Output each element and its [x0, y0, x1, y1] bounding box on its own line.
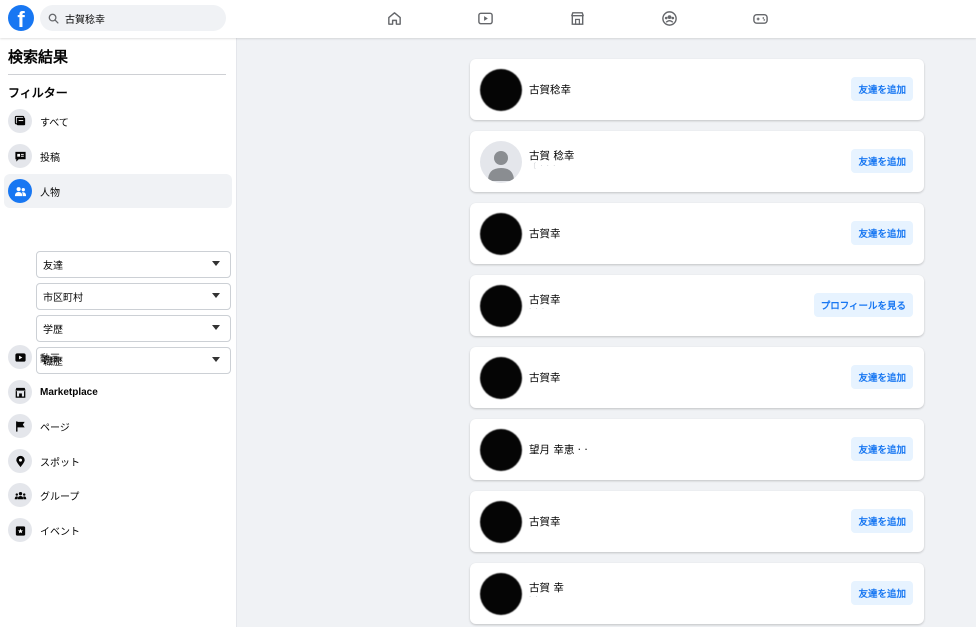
search-icon — [48, 13, 59, 24]
avatar[interactable] — [480, 501, 522, 543]
sidebar-item-label: 投稿 — [40, 152, 60, 164]
sidebar-item-label: Marketplace — [40, 386, 98, 398]
city-filter-dropdown[interactable]: 市区町村 — [36, 283, 231, 310]
search-result-card[interactable]: 古賀幸 · · · プロフィールを見る — [470, 275, 924, 336]
groups-icon[interactable] — [660, 9, 678, 27]
divider — [8, 74, 226, 75]
result-name[interactable]: 古賀幸 — [529, 370, 561, 385]
result-name[interactable]: 古賀幸 — [529, 514, 561, 529]
search-result-card[interactable]: 古賀 稔幸 〔 · · · 友達を追加 — [470, 131, 924, 192]
sidebar-item-label: グループ — [40, 491, 80, 503]
search-result-card[interactable]: 古賀稔幸 友達を追加 — [470, 59, 924, 120]
marketplace-icon[interactable] — [568, 9, 586, 27]
sidebar-item-label: スポット — [40, 457, 80, 469]
post-icon — [8, 144, 32, 168]
avatar[interactable] — [480, 69, 522, 111]
filter-heading: フィルター — [8, 86, 68, 100]
search-result-card[interactable]: 古賀幸 友達を追加 — [470, 203, 924, 264]
sidebar-item-all[interactable]: すべて — [4, 104, 232, 138]
avatar[interactable] — [480, 429, 522, 471]
friends-filter-dropdown[interactable]: 友達 — [36, 251, 231, 278]
dropdown-value: 市区町村 — [43, 293, 83, 304]
event-icon — [8, 518, 32, 542]
search-input[interactable] — [65, 12, 215, 24]
pin-icon — [8, 449, 32, 473]
chevron-down-icon — [212, 261, 220, 266]
sidebar-item-label: 動画 — [40, 353, 60, 365]
result-subtitle: · · · — [529, 305, 546, 313]
search-box[interactable] — [40, 5, 226, 31]
facebook-logo-icon[interactable]: f — [8, 5, 34, 31]
people-icon — [8, 179, 32, 203]
add-friend-button[interactable]: 友達を追加 — [851, 221, 913, 245]
groups-icon — [8, 483, 32, 507]
add-friend-button[interactable]: 友達を追加 — [851, 77, 913, 101]
default-avatar-icon — [488, 151, 514, 181]
sidebar-item-places[interactable]: スポット — [4, 444, 232, 478]
search-result-card[interactable]: 望月 幸恵 · · 友達を追加 — [470, 419, 924, 480]
flag-icon — [8, 414, 32, 438]
sidebar-item-label: 人物 — [40, 187, 60, 199]
result-subtitle: · · — [529, 593, 539, 601]
sidebar-item-label: ページ — [40, 422, 70, 434]
result-name[interactable]: 望月 幸恵 · · — [529, 442, 588, 457]
search-result-card[interactable]: 古賀 幸 · · 友達を追加 — [470, 563, 924, 624]
video-icon — [8, 345, 32, 369]
sidebar-item-posts[interactable]: 投稿 — [4, 139, 232, 173]
sidebar-item-pages[interactable]: ページ — [4, 409, 232, 443]
avatar[interactable] — [480, 573, 522, 615]
add-friend-button[interactable]: 友達を追加 — [851, 581, 913, 605]
feed-icon — [8, 109, 32, 133]
chevron-down-icon — [212, 293, 220, 298]
avatar[interactable] — [480, 213, 522, 255]
sidebar-item-marketplace[interactable]: Marketplace — [4, 375, 232, 409]
sidebar-item-label: イベント — [40, 526, 80, 538]
sidebar-item-people[interactable]: 人物 — [4, 174, 232, 208]
add-friend-button[interactable]: 友達を追加 — [851, 365, 913, 389]
result-subtitle: 〔 · · · — [529, 162, 557, 170]
page-title: 検索結果 — [8, 48, 69, 66]
video-icon[interactable] — [476, 9, 494, 27]
add-friend-button[interactable]: 友達を追加 — [851, 149, 913, 173]
result-name[interactable]: 古賀幸 — [529, 226, 561, 241]
dropdown-value: 学歴 — [43, 325, 63, 336]
search-result-card[interactable]: 古賀幸 友達を追加 — [470, 347, 924, 408]
search-sidebar: 検索結果 フィルター すべて 投稿 人物 友達 市区町村 学歴 職歴 動画 Ma… — [0, 38, 237, 627]
marketplace-icon — [8, 380, 32, 404]
dropdown-value: 友達 — [43, 261, 63, 272]
avatar[interactable] — [480, 141, 522, 183]
view-profile-button[interactable]: プロフィールを見る — [813, 293, 913, 317]
sidebar-item-events[interactable]: イベント — [4, 513, 232, 547]
top-navigation-bar: f — [0, 0, 976, 38]
sidebar-item-groups[interactable]: グループ — [4, 478, 232, 512]
result-name[interactable]: 古賀稔幸 — [529, 82, 571, 97]
gaming-icon[interactable] — [751, 9, 769, 27]
home-icon[interactable] — [385, 9, 403, 27]
chevron-down-icon — [212, 325, 220, 330]
add-friend-button[interactable]: 友達を追加 — [851, 509, 913, 533]
avatar[interactable] — [480, 285, 522, 327]
search-result-card[interactable]: 古賀幸 友達を追加 — [470, 491, 924, 552]
sidebar-item-label: すべて — [40, 117, 69, 129]
add-friend-button[interactable]: 友達を追加 — [851, 437, 913, 461]
education-filter-dropdown[interactable]: 学歴 — [36, 315, 231, 342]
avatar[interactable] — [480, 357, 522, 399]
sidebar-item-videos[interactable]: 動画 — [4, 340, 232, 374]
